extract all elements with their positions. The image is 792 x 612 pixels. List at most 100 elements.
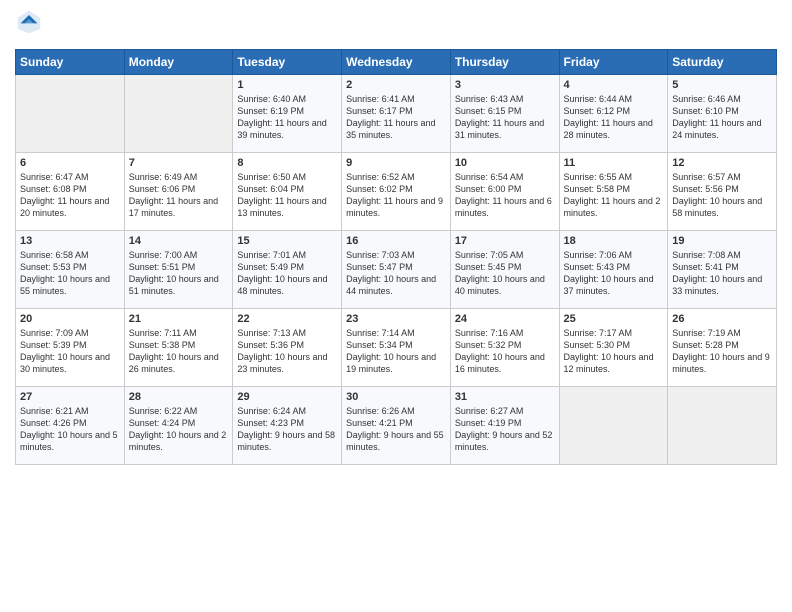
day-number: 9	[346, 157, 446, 169]
calendar-cell	[124, 75, 233, 153]
day-of-week-header: Thursday	[450, 50, 559, 75]
calendar-cell: 20 Sunrise: 7:09 AM Sunset: 5:39 PM Dayli…	[16, 309, 125, 387]
calendar-cell	[668, 387, 777, 465]
calendar-cell: 10 Sunrise: 6:54 AM Sunset: 6:00 PM Dayli…	[450, 153, 559, 231]
calendar-week-row: 13 Sunrise: 6:58 AM Sunset: 5:53 PM Dayli…	[16, 231, 777, 309]
day-of-week-header: Friday	[559, 50, 668, 75]
cell-content: Sunrise: 7:13 AM Sunset: 5:36 PM Dayligh…	[237, 327, 337, 376]
day-number: 1	[237, 79, 337, 91]
calendar-week-row: 27 Sunrise: 6:21 AM Sunset: 4:26 PM Dayli…	[16, 387, 777, 465]
cell-content: Sunrise: 6:44 AM Sunset: 6:12 PM Dayligh…	[564, 93, 664, 142]
day-number: 29	[237, 391, 337, 403]
day-of-week-header: Wednesday	[342, 50, 451, 75]
calendar-header-row: SundayMondayTuesdayWednesdayThursdayFrid…	[16, 50, 777, 75]
cell-content: Sunrise: 6:43 AM Sunset: 6:15 PM Dayligh…	[455, 93, 555, 142]
calendar-cell	[559, 387, 668, 465]
calendar-cell: 30 Sunrise: 6:26 AM Sunset: 4:21 PM Dayli…	[342, 387, 451, 465]
calendar-cell: 18 Sunrise: 7:06 AM Sunset: 5:43 PM Dayli…	[559, 231, 668, 309]
cell-content: Sunrise: 7:01 AM Sunset: 5:49 PM Dayligh…	[237, 249, 337, 298]
day-number: 4	[564, 79, 664, 91]
calendar-cell: 23 Sunrise: 7:14 AM Sunset: 5:34 PM Dayli…	[342, 309, 451, 387]
calendar-cell: 13 Sunrise: 6:58 AM Sunset: 5:53 PM Dayli…	[16, 231, 125, 309]
calendar-cell: 28 Sunrise: 6:22 AM Sunset: 4:24 PM Dayli…	[124, 387, 233, 465]
calendar-week-row: 1 Sunrise: 6:40 AM Sunset: 6:19 PM Daylig…	[16, 75, 777, 153]
day-number: 2	[346, 79, 446, 91]
cell-content: Sunrise: 6:27 AM Sunset: 4:19 PM Dayligh…	[455, 405, 555, 454]
day-of-week-header: Sunday	[16, 50, 125, 75]
calendar-cell: 2Sunrise: 6:41 AM Sunset: 6:17 PM Daylig…	[342, 75, 451, 153]
page: SundayMondayTuesdayWednesdayThursdayFrid…	[0, 0, 792, 612]
day-number: 31	[455, 391, 555, 403]
day-number: 23	[346, 313, 446, 325]
day-number: 6	[20, 157, 120, 169]
day-number: 28	[129, 391, 229, 403]
cell-content: Sunrise: 6:26 AM Sunset: 4:21 PM Dayligh…	[346, 405, 446, 454]
calendar-cell: 27 Sunrise: 6:21 AM Sunset: 4:26 PM Dayli…	[16, 387, 125, 465]
day-number: 19	[672, 235, 772, 247]
calendar-cell: 1 Sunrise: 6:40 AM Sunset: 6:19 PM Daylig…	[233, 75, 342, 153]
day-number: 5	[672, 79, 772, 91]
calendar-cell	[16, 75, 125, 153]
calendar-cell: 24 Sunrise: 7:16 AM Sunset: 5:32 PM Dayli…	[450, 309, 559, 387]
cell-content: Sunrise: 6:58 AM Sunset: 5:53 PM Dayligh…	[20, 249, 120, 298]
calendar-cell: 21 Sunrise: 7:11 AM Sunset: 5:38 PM Dayli…	[124, 309, 233, 387]
calendar-cell: 11 Sunrise: 6:55 AM Sunset: 5:58 PM Dayli…	[559, 153, 668, 231]
cell-content: Sunrise: 7:11 AM Sunset: 5:38 PM Dayligh…	[129, 327, 229, 376]
day-number: 22	[237, 313, 337, 325]
day-number: 13	[20, 235, 120, 247]
cell-content: Sunrise: 6:57 AM Sunset: 5:56 PM Dayligh…	[672, 171, 772, 220]
calendar-cell: 9 Sunrise: 6:52 AM Sunset: 6:02 PM Daylig…	[342, 153, 451, 231]
cell-content: Sunrise: 7:08 AM Sunset: 5:41 PM Dayligh…	[672, 249, 772, 298]
day-of-week-header: Tuesday	[233, 50, 342, 75]
cell-content: Sunrise: 6:47 AM Sunset: 6:08 PM Dayligh…	[20, 171, 120, 220]
logo-icon	[15, 8, 43, 36]
day-number: 27	[20, 391, 120, 403]
calendar-cell: 4 Sunrise: 6:44 AM Sunset: 6:12 PM Daylig…	[559, 75, 668, 153]
cell-content: Sunrise: 6:49 AM Sunset: 6:06 PM Dayligh…	[129, 171, 229, 220]
cell-content: Sunrise: 6:54 AM Sunset: 6:00 PM Dayligh…	[455, 171, 555, 220]
cell-content: Sunrise: 6:22 AM Sunset: 4:24 PM Dayligh…	[129, 405, 229, 454]
day-number: 10	[455, 157, 555, 169]
cell-content: Sunrise: 7:05 AM Sunset: 5:45 PM Dayligh…	[455, 249, 555, 298]
calendar-cell: 29 Sunrise: 6:24 AM Sunset: 4:23 PM Dayli…	[233, 387, 342, 465]
calendar-cell: 6 Sunrise: 6:47 AM Sunset: 6:08 PM Daylig…	[16, 153, 125, 231]
day-number: 30	[346, 391, 446, 403]
day-number: 14	[129, 235, 229, 247]
day-number: 20	[20, 313, 120, 325]
cell-content: Sunrise: 6:40 AM Sunset: 6:19 PM Dayligh…	[237, 93, 337, 142]
calendar-cell: 31 Sunrise: 6:27 AM Sunset: 4:19 PM Dayli…	[450, 387, 559, 465]
cell-content: Sunrise: 6:55 AM Sunset: 5:58 PM Dayligh…	[564, 171, 664, 220]
cell-content: Sunrise: 7:14 AM Sunset: 5:34 PM Dayligh…	[346, 327, 446, 376]
calendar-cell: 15Sunrise: 7:01 AM Sunset: 5:49 PM Dayli…	[233, 231, 342, 309]
calendar-cell: 12Sunrise: 6:57 AM Sunset: 5:56 PM Dayli…	[668, 153, 777, 231]
day-number: 16	[346, 235, 446, 247]
calendar-cell: 3Sunrise: 6:43 AM Sunset: 6:15 PM Daylig…	[450, 75, 559, 153]
day-number: 24	[455, 313, 555, 325]
cell-content: Sunrise: 7:03 AM Sunset: 5:47 PM Dayligh…	[346, 249, 446, 298]
cell-content: Sunrise: 7:16 AM Sunset: 5:32 PM Dayligh…	[455, 327, 555, 376]
day-number: 21	[129, 313, 229, 325]
calendar-table: SundayMondayTuesdayWednesdayThursdayFrid…	[15, 49, 777, 465]
calendar-cell: 16 Sunrise: 7:03 AM Sunset: 5:47 PM Dayli…	[342, 231, 451, 309]
calendar-cell: 8Sunrise: 6:50 AM Sunset: 6:04 PM Daylig…	[233, 153, 342, 231]
cell-content: Sunrise: 6:52 AM Sunset: 6:02 PM Dayligh…	[346, 171, 446, 220]
day-number: 7	[129, 157, 229, 169]
cell-content: Sunrise: 7:00 AM Sunset: 5:51 PM Dayligh…	[129, 249, 229, 298]
day-of-week-header: Saturday	[668, 50, 777, 75]
calendar-cell: 17 Sunrise: 7:05 AM Sunset: 5:45 PM Dayli…	[450, 231, 559, 309]
header	[15, 10, 777, 41]
calendar-cell: 26Sunrise: 7:19 AM Sunset: 5:28 PM Dayli…	[668, 309, 777, 387]
cell-content: Sunrise: 7:19 AM Sunset: 5:28 PM Dayligh…	[672, 327, 772, 376]
day-number: 18	[564, 235, 664, 247]
calendar-cell: 19 Sunrise: 7:08 AM Sunset: 5:41 PM Dayli…	[668, 231, 777, 309]
cell-content: Sunrise: 6:46 AM Sunset: 6:10 PM Dayligh…	[672, 93, 772, 142]
day-number: 11	[564, 157, 664, 169]
cell-content: Sunrise: 6:50 AM Sunset: 6:04 PM Dayligh…	[237, 171, 337, 220]
cell-content: Sunrise: 6:21 AM Sunset: 4:26 PM Dayligh…	[20, 405, 120, 454]
calendar-cell: 5 Sunrise: 6:46 AM Sunset: 6:10 PM Daylig…	[668, 75, 777, 153]
cell-content: Sunrise: 7:09 AM Sunset: 5:39 PM Dayligh…	[20, 327, 120, 376]
day-number: 17	[455, 235, 555, 247]
cell-content: Sunrise: 6:24 AM Sunset: 4:23 PM Dayligh…	[237, 405, 337, 454]
cell-content: Sunrise: 7:06 AM Sunset: 5:43 PM Dayligh…	[564, 249, 664, 298]
day-of-week-header: Monday	[124, 50, 233, 75]
